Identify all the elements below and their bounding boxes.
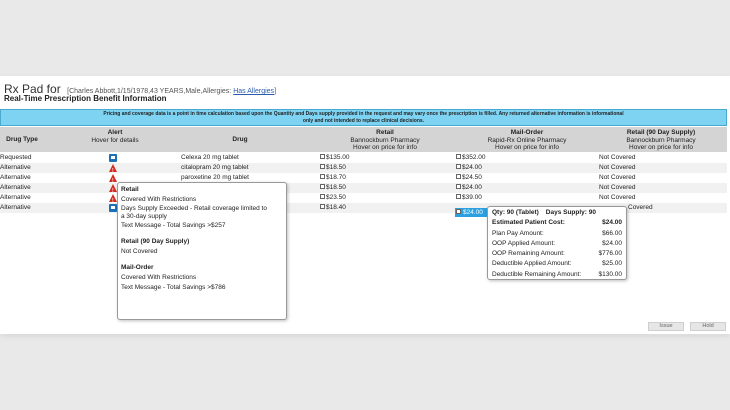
warning-icon[interactable]	[109, 174, 117, 186]
retail-checkbox[interactable]	[320, 194, 325, 200]
col-drug-type: Drug Type	[6, 136, 38, 143]
retail-checkbox[interactable]	[320, 154, 325, 160]
warning-icon[interactable]	[109, 194, 117, 206]
col-drug: Drug	[232, 136, 248, 143]
selected-mail-price[interactable]: $24.00	[455, 208, 487, 217]
mail-checkbox[interactable]	[456, 164, 461, 170]
allergies-link[interactable]: Has Allergies	[233, 88, 274, 95]
mail-checkbox[interactable]	[456, 209, 461, 214]
table-row: Alternative $18.50 $24.00 Not Covered	[0, 183, 727, 196]
col-mail-order: Mail-Order Rapid-Rx Online Pharmacy Hover …	[487, 129, 567, 151]
alert-details-tooltip: Retail Covered With Restrictions Days Su…	[117, 182, 287, 320]
col-alert: Alert Hover for details	[91, 129, 139, 144]
pricing-notice: Pricing and coverage data is a point in …	[0, 109, 727, 126]
retail-checkbox[interactable]	[320, 164, 325, 170]
table-row: Alternative $23.50 $39.00 Not Covered	[0, 193, 727, 206]
rx-pad-panel: Rx Pad for [Charles Abbott,1/15/1978,43 …	[0, 76, 730, 334]
price-details-tooltip: Qty: 90 (Tablet) Days Supply: 90 Estimate…	[487, 206, 627, 280]
table-header: Drug Type Alert Hover for details Drug Re…	[0, 127, 727, 152]
col-retail: Retail Bannockburn Pharmacy Hover on price…	[350, 129, 420, 151]
issue-button[interactable]: Issue	[648, 322, 684, 331]
table-row: Requested Celexa 20 mg tablet $135.00 $3…	[0, 154, 636, 162]
info-icon[interactable]	[109, 204, 117, 212]
retail-checkbox[interactable]	[320, 204, 325, 210]
mail-checkbox[interactable]	[456, 174, 461, 180]
page-subtitle: Real-Time Prescription Benefit Informati…	[4, 94, 167, 103]
retail-checkbox[interactable]	[320, 174, 325, 180]
mail-checkbox[interactable]	[456, 184, 461, 190]
col-retail-90: Retail (90 Day Supply) Bannockburn Pharma…	[626, 129, 696, 151]
hold-button[interactable]: Hold	[690, 322, 726, 331]
table-row: Alternative paroxetine 20 mg tablet $18.…	[0, 173, 727, 186]
table-row: Alternative citalopram 20 mg tablet $18.…	[0, 163, 727, 176]
info-icon[interactable]	[109, 154, 117, 162]
warning-icon[interactable]	[109, 184, 117, 196]
mail-checkbox[interactable]	[456, 154, 461, 160]
retail-checkbox[interactable]	[320, 184, 325, 190]
mail-checkbox[interactable]	[456, 194, 461, 200]
warning-icon[interactable]	[109, 164, 117, 176]
